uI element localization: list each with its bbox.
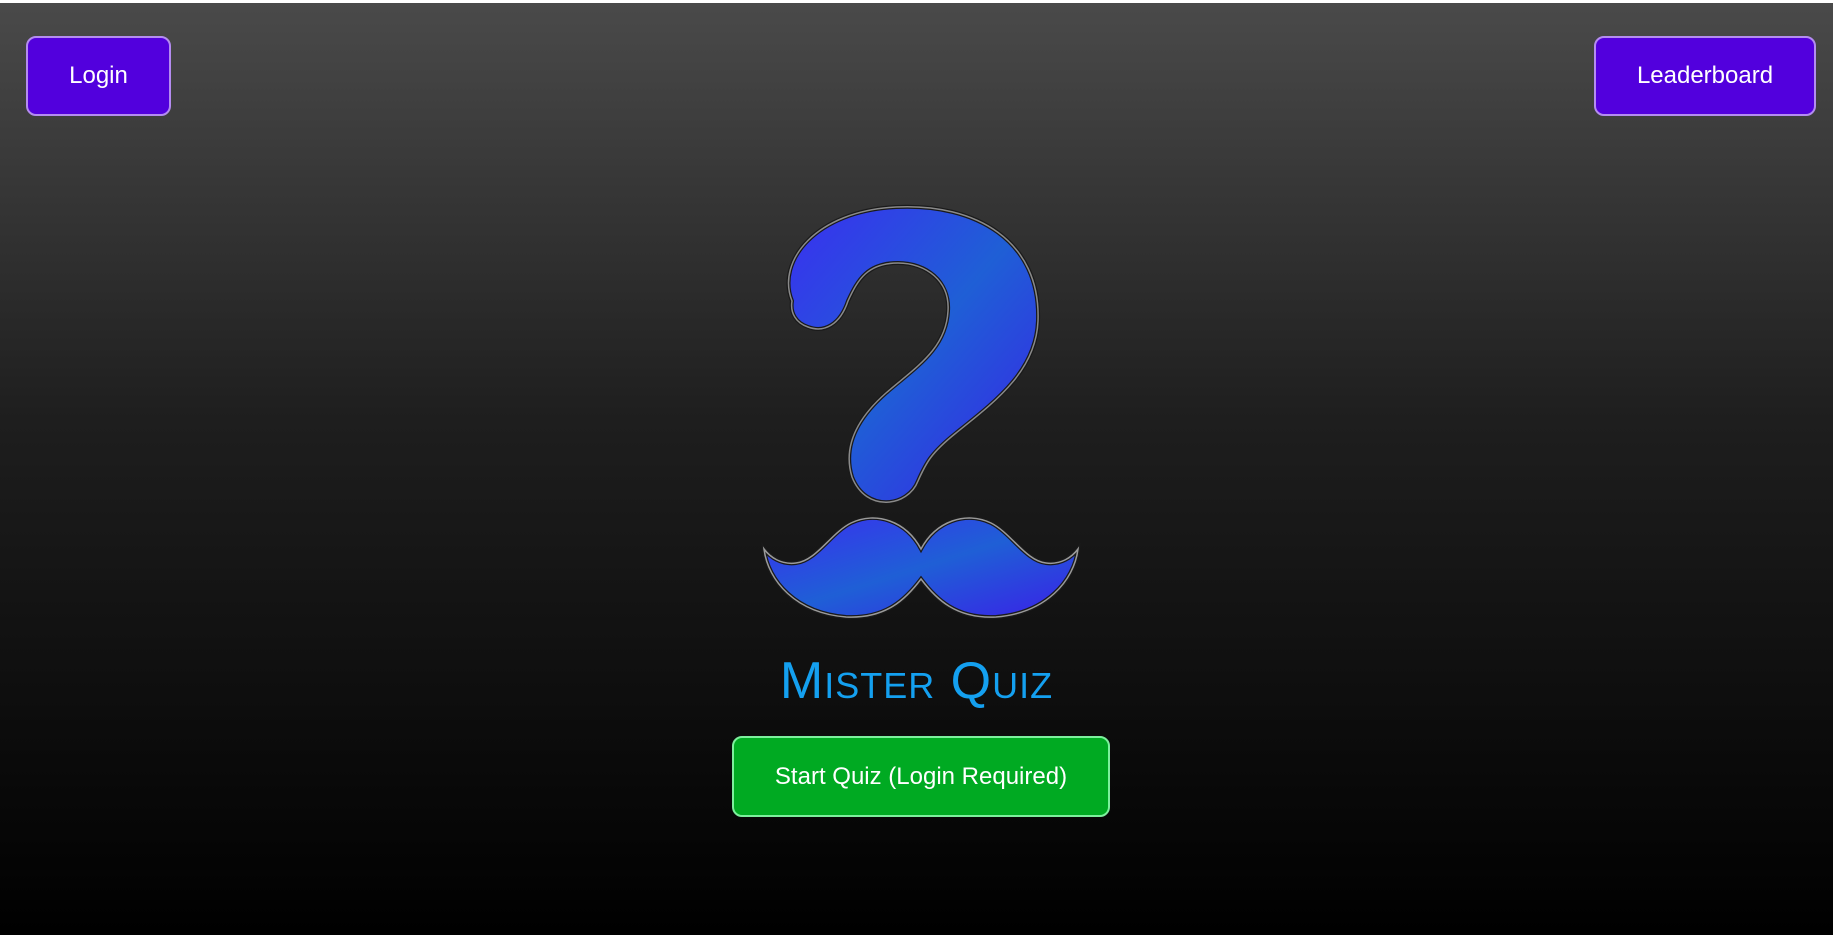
logo-icon (756, 201, 1086, 626)
page-title: Mister Quiz (779, 652, 1054, 710)
leaderboard-button[interactable]: Leaderboard (1594, 36, 1816, 116)
start-quiz-button[interactable]: Start Quiz (Login Required) (732, 736, 1110, 817)
login-button[interactable]: Login (26, 36, 171, 116)
